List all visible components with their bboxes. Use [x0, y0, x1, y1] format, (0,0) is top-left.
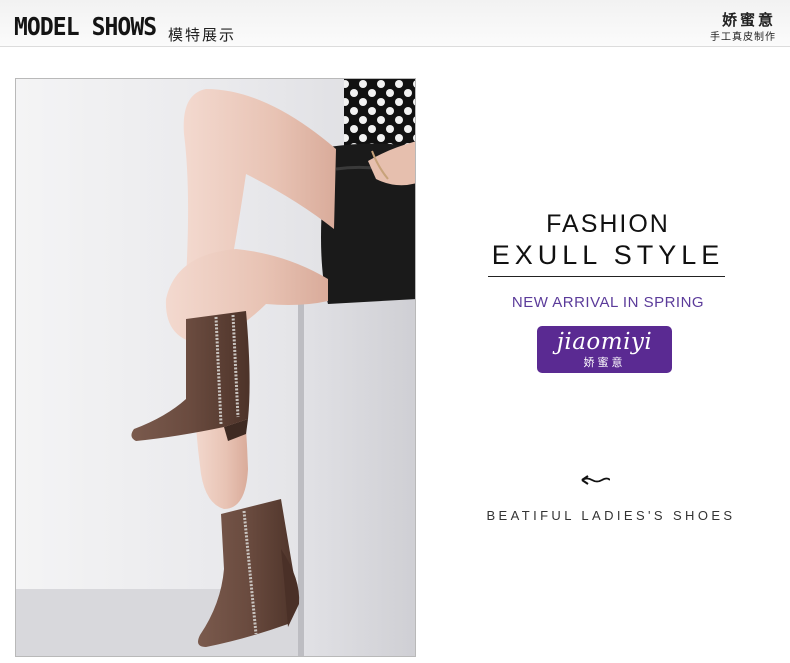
headline-divider: [488, 276, 725, 277]
model-photo: [15, 78, 416, 657]
new-arrival-subtitle: NEW ARRIVAL IN SPRING: [511, 294, 705, 311]
model-photo-illustration: [16, 79, 415, 656]
wavy-arrow-left-icon: [581, 475, 610, 485]
page-header: MODEL SHOWS 模特展示 娇蜜意 手工真皮制作: [0, 0, 790, 47]
section-title-chinese: 模特展示: [168, 26, 237, 44]
tagline: BEATIFUL LADIES'S SHOES: [486, 508, 736, 523]
brand-logo-text: 娇蜜意: [721, 11, 776, 29]
brand-tagline: 手工真皮制作: [710, 32, 776, 43]
section-title: MODEL SHOWS: [14, 12, 157, 41]
brand-logo-badge: jiaomiyi 娇蜜意: [537, 326, 672, 373]
headline-fashion: FASHION: [546, 210, 670, 238]
brand-logo-script: jiaomiyi: [556, 329, 653, 355]
brand-logo-chinese: 娇蜜意: [583, 356, 626, 369]
headline-style: EXULL STYLE: [491, 240, 725, 270]
